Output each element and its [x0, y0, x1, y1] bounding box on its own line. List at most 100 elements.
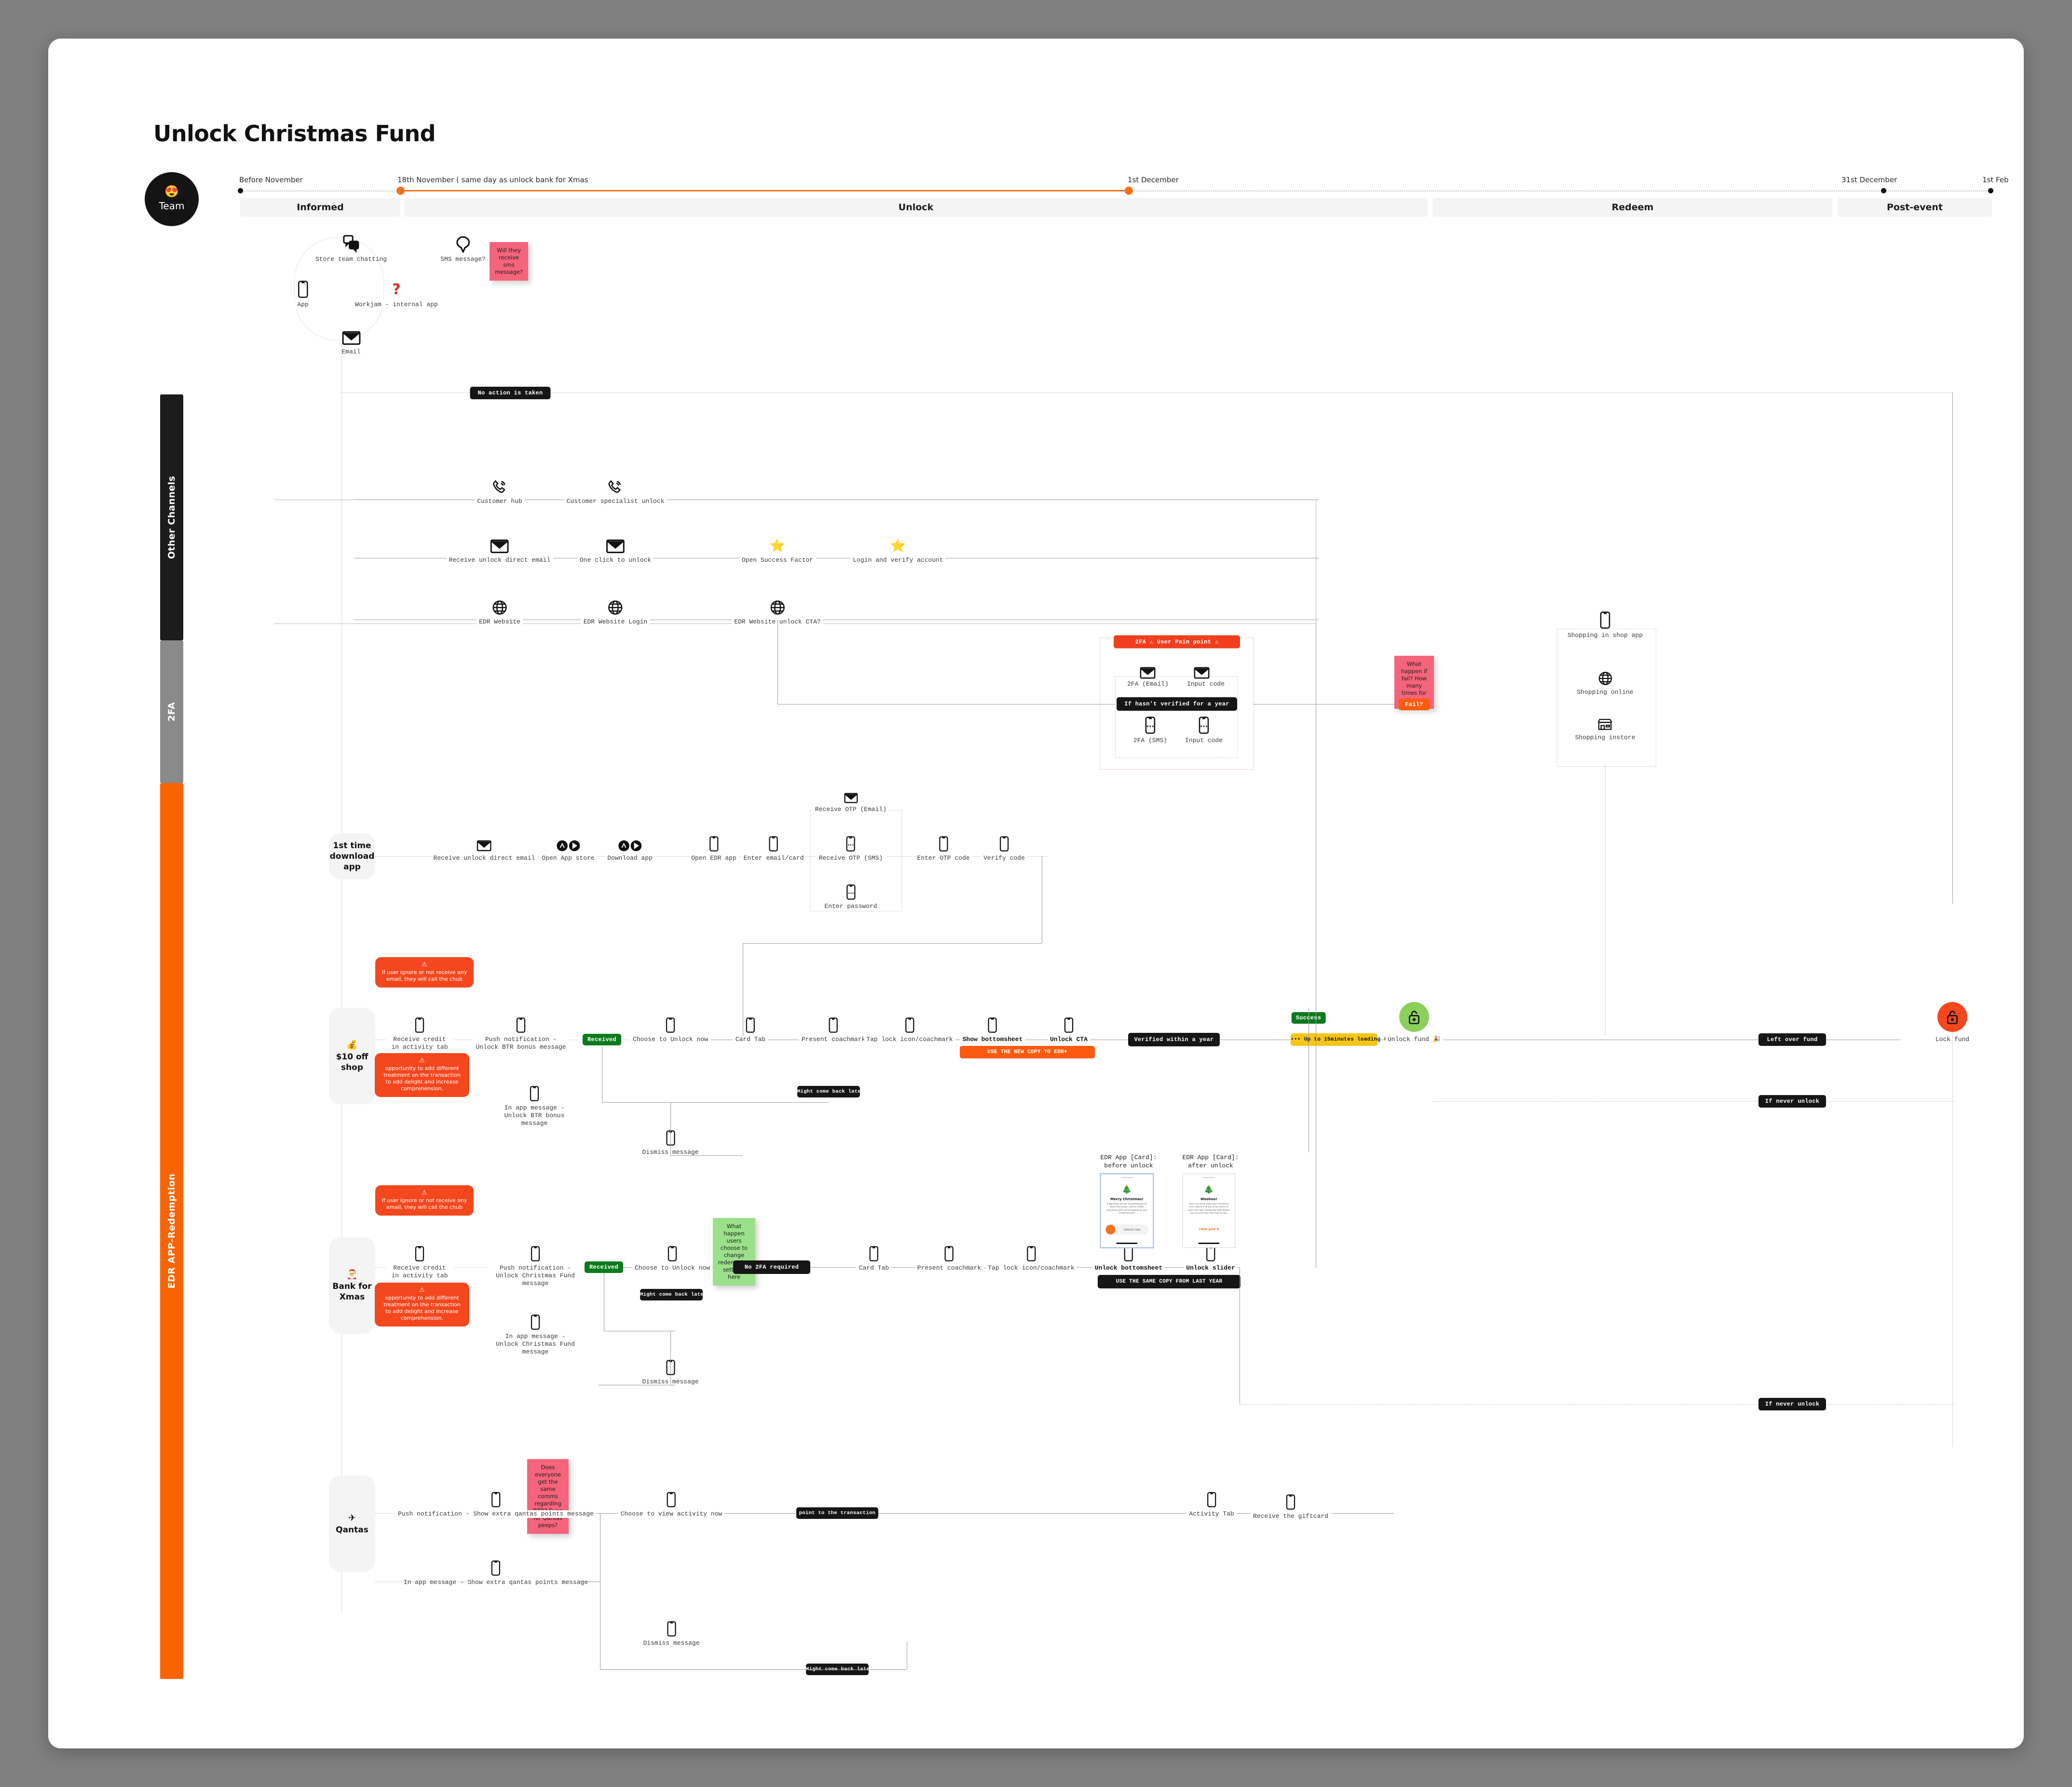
node-enter-otp-code[interactable]: Enter OTP code [914, 829, 972, 862]
callout-opportunity-xmas[interactable]: ⚠ opportunity to add different treatment… [375, 1283, 469, 1327]
node-receive-credit-activity-tab-shop10[interactable]: Receive credit in activity tab [386, 1011, 453, 1051]
pill-2fa-pain-point[interactable]: 2FA ⚠ User Pain point ⚠ [1114, 635, 1240, 649]
node-push-notification-btr-bonus[interactable]: Push notification - Unlock BTR bonus mes… [473, 1011, 569, 1051]
node-present-coachmark-shop10[interactable]: Present coachmark [799, 1011, 868, 1043]
mockup-unlock-slider[interactable]: Unlock now [1105, 1224, 1149, 1235]
timeline-dot-1[interactable] [396, 187, 405, 195]
pill-point-to-transaction[interactable]: point to the transaction [796, 1507, 878, 1519]
pill-if-never-unlock-shop10[interactable]: If never unlock [1758, 1095, 1826, 1108]
timeline-dot-4[interactable] [1988, 188, 1993, 193]
node-2fa-sms-input[interactable]: ★★★ Input code [1182, 712, 1226, 745]
node-show-bottomsheet-shop10[interactable]: Show bottomsheet [960, 1011, 1025, 1043]
node-customer-hub[interactable]: Customer hub [475, 473, 525, 505]
node-customer-specialist-unlock[interactable]: Customer specialist unlock [564, 473, 667, 505]
mockup-link[interactable]: Little gold it [1183, 1228, 1235, 1231]
stage-first-time-download[interactable]: 1st time download app [329, 833, 375, 880]
node-label: Push notification - Show extra qantas po… [395, 1510, 596, 1518]
callout-user-ignore-email-xmas[interactable]: ⚠ If user ignore or not receive any emai… [375, 1185, 474, 1216]
node-verify-code[interactable]: Verify code [981, 829, 1027, 862]
node-activity-tab-qantas[interactable]: Activity Tab [1186, 1485, 1237, 1518]
node-receive-otp-sms[interactable]: ★★★ Receive OTP (SMS) [816, 829, 886, 862]
phone-icon [939, 829, 948, 852]
node-dismiss-message-qantas[interactable]: Dismiss message [641, 1614, 702, 1647]
node-one-click-to-unlock[interactable]: One click to unlock [577, 531, 654, 564]
node-download-app[interactable]: Download app [605, 829, 655, 862]
node-in-app-message-btr[interactable]: In app message - Unlock BTR bonus messag… [491, 1079, 578, 1127]
phase-informed[interactable]: Informed [240, 198, 400, 217]
pill-if-never-unlock-xmas[interactable]: If never unlock [1758, 1398, 1826, 1410]
node-choose-view-activity-now[interactable]: Choose to view activity now [618, 1485, 725, 1518]
node-receive-giftcard[interactable]: Receive the giftcard [1250, 1488, 1331, 1520]
phase-redeem[interactable]: Redeem [1432, 198, 1833, 217]
node-push-notification-xmas[interactable]: Push notification - Unlock Christmas Fun… [487, 1239, 584, 1287]
node-enter-email-card[interactable]: Enter email/card [741, 829, 806, 862]
mockup-edr-card-before-unlock[interactable]: EDR App [Card]: before unlock 🎄 Merry Ch… [1100, 1153, 1157, 1248]
node-login-verify-account[interactable]: ⭐ Login and verify account [850, 531, 946, 564]
mockup-edr-card-after-unlock[interactable]: EDR App [Card]: after unlock 🎄 Woohoo! Y… [1182, 1153, 1239, 1248]
node-open-app-store[interactable]: Open App store [539, 829, 597, 862]
mockup-heading: Merry Christmas! [1110, 1197, 1144, 1201]
node-2fa-sms[interactable]: ★★★ 2FA (SMS) [1131, 712, 1170, 745]
node-tap-lock-icon-shop10[interactable]: Tap lock icon/coachmark [864, 1011, 955, 1043]
node-workjam[interactable]: ? Workjam - internal app [353, 276, 440, 309]
phase-post-event[interactable]: Post-event [1838, 198, 1992, 217]
node-label: App [295, 301, 311, 309]
node-receive-credit-activity-tab-xmas[interactable]: Receive credit in activity tab [386, 1239, 453, 1280]
shopping-down-line [1605, 766, 1606, 1036]
stage-qantas[interactable]: ✈ Qantas [329, 1476, 375, 1572]
node-ft-receive-unlock-direct-email[interactable]: Receive unlock direct email [431, 829, 538, 862]
node-choose-unlock-now-xmas[interactable]: Choose to Unlock now [632, 1239, 713, 1272]
timeline-dot-2[interactable] [1125, 187, 1133, 195]
pill-use-new-copy[interactable]: USE THE NEW COPY TO EDR+ [960, 1046, 1095, 1058]
node-unlock-cta-shop10[interactable]: Unlock CTA [1047, 1011, 1091, 1043]
stage-10-off-shop[interactable]: 💰 $10 off shop [329, 1008, 375, 1104]
node-email[interactable]: Email [339, 323, 363, 356]
pill-if-hasnt-verified[interactable]: If hasn't verified for a year [1117, 697, 1237, 711]
node-shopping-in-shop-app[interactable]: Shopping in shop app [1565, 607, 1646, 639]
globe-icon [608, 593, 623, 615]
pill-left-over-fund[interactable]: Left over fund [1758, 1033, 1826, 1046]
node-tap-lock-icon-xmas[interactable]: Tap lock icon/coachmark [985, 1239, 1077, 1272]
sticky-note-sms[interactable]: Will they receive sms message? [490, 242, 528, 281]
pill-received-shop10[interactable]: Received [582, 1034, 622, 1045]
node-sms-message[interactable]: SMS message? [438, 230, 488, 263]
pill-no-action-taken[interactable]: No action is taken [470, 387, 551, 399]
phone-icon [530, 1079, 539, 1101]
callout-opportunity-shop10[interactable]: ⚠ opportunity to add different treatment… [375, 1053, 469, 1097]
whiteboard-canvas[interactable]: Unlock Christmas Fund 😍 Team Before Nove… [48, 39, 2024, 1748]
node-enter-password[interactable]: ★★★ Enter password [822, 878, 880, 910]
pill-verified-within-year[interactable]: Verified within a year [1128, 1033, 1220, 1046]
node-shopping-online[interactable]: Shopping online [1574, 663, 1636, 696]
node-open-edr-app[interactable]: Open EDR app [689, 829, 739, 862]
pill-no-2fa-required[interactable]: No 2FA required [733, 1260, 810, 1274]
node-receive-unlock-direct-email[interactable]: Receive unlock direct email [446, 531, 553, 564]
timeline-dot-3[interactable] [1881, 188, 1886, 193]
pill-loading-time[interactable]: ••• Up to 15minutes loading time ••• [1291, 1033, 1410, 1046]
node-shopping-instore[interactable]: Shopping instore [1572, 709, 1638, 742]
pill-received-xmas[interactable]: Received [584, 1261, 624, 1273]
slider-knob[interactable] [1105, 1225, 1116, 1234]
shop10-alt-rail [602, 1102, 829, 1103]
callout-user-ignore-email-shop10[interactable]: ⚠ If user ignore or not receive any emai… [375, 957, 474, 988]
pill-fail[interactable]: Fail? [1399, 699, 1430, 710]
node-edr-website-login[interactable]: EDR Website Login [581, 593, 650, 626]
node-choose-unlock-now-shop10[interactable]: Choose to Unlock now [630, 1011, 711, 1043]
node-edr-website[interactable]: EDR Website [477, 593, 523, 626]
node-in-app-message-xmas[interactable]: In app message - Unlock Christmas Fund m… [492, 1308, 579, 1356]
node-card-tab-xmas[interactable]: Card Tab [856, 1239, 892, 1272]
node-push-notification-qantas[interactable]: Push notification - Show extra qantas po… [395, 1485, 596, 1518]
node-card-tab-shop10[interactable]: Card Tab [733, 1011, 768, 1043]
node-present-coachmark-xmas[interactable]: Present coachmark [914, 1239, 984, 1272]
pill-might-come-back-xmas[interactable]: Might come back later [640, 1289, 707, 1300]
node-open-success-factor[interactable]: ⭐ Open Success Factor [739, 531, 816, 564]
pill-same-copy-last-year[interactable]: USE THE SAME COPY FROM LAST YEAR [1098, 1275, 1240, 1288]
lock-fund-badge[interactable] [1937, 1002, 1967, 1032]
sticky-note-redemption-settings[interactable]: What happen users choose to change redem… [713, 1218, 755, 1286]
node-store-team-chatting[interactable]: Store team chatting [313, 230, 390, 263]
timeline-dot-0[interactable] [238, 188, 243, 193]
node-app[interactable]: App [295, 276, 311, 309]
unlock-fund-badge[interactable] [1399, 1002, 1429, 1032]
stage-bank-for-xmas[interactable]: 🎅 Bank for Xmas [329, 1237, 375, 1334]
pill-might-come-back-shop10[interactable]: Might come back later [797, 1086, 864, 1097]
phase-unlock[interactable]: Unlock [404, 198, 1428, 217]
